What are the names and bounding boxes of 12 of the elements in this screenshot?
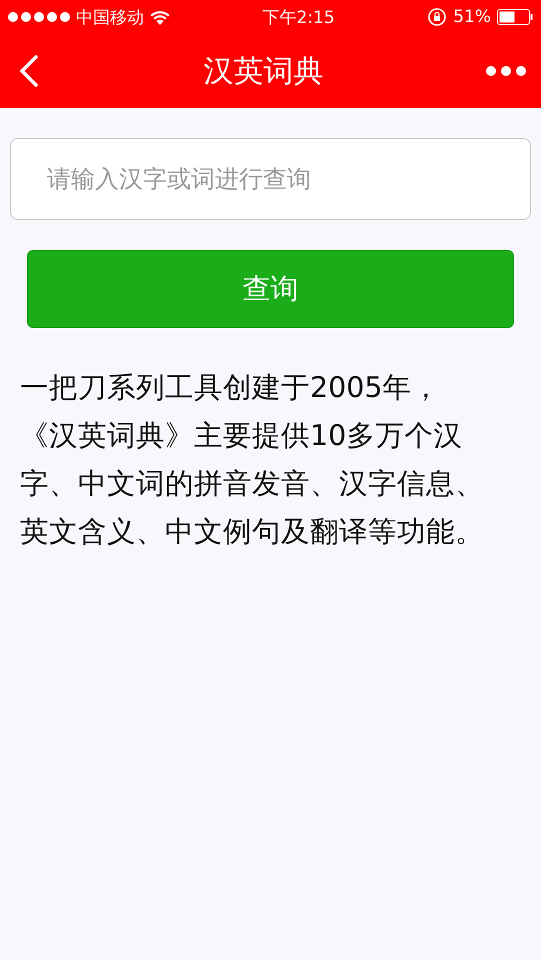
search-field[interactable]: 请输入汉字或词进行查询: [10, 138, 531, 220]
wifi-icon: [150, 10, 170, 24]
battery-icon: [497, 9, 533, 25]
rotation-lock-icon: [427, 7, 448, 27]
more-icon[interactable]: [485, 65, 527, 77]
status-time: 下午2:15: [262, 6, 336, 28]
signal-icon: [8, 12, 70, 22]
description-text: 一把刀系列工具创建于2005年，《汉英词典》主要提供10多万个汉字、中文词的拼音发音、汉字信息、英文含义、中文例句及翻译等功能。: [20, 370, 485, 550]
battery-percent: 51%: [453, 7, 491, 27]
carrier-name: 中国移动: [76, 6, 144, 28]
page-title: 汉英词典: [202, 52, 324, 90]
query-button[interactable]: 查询: [27, 250, 514, 328]
